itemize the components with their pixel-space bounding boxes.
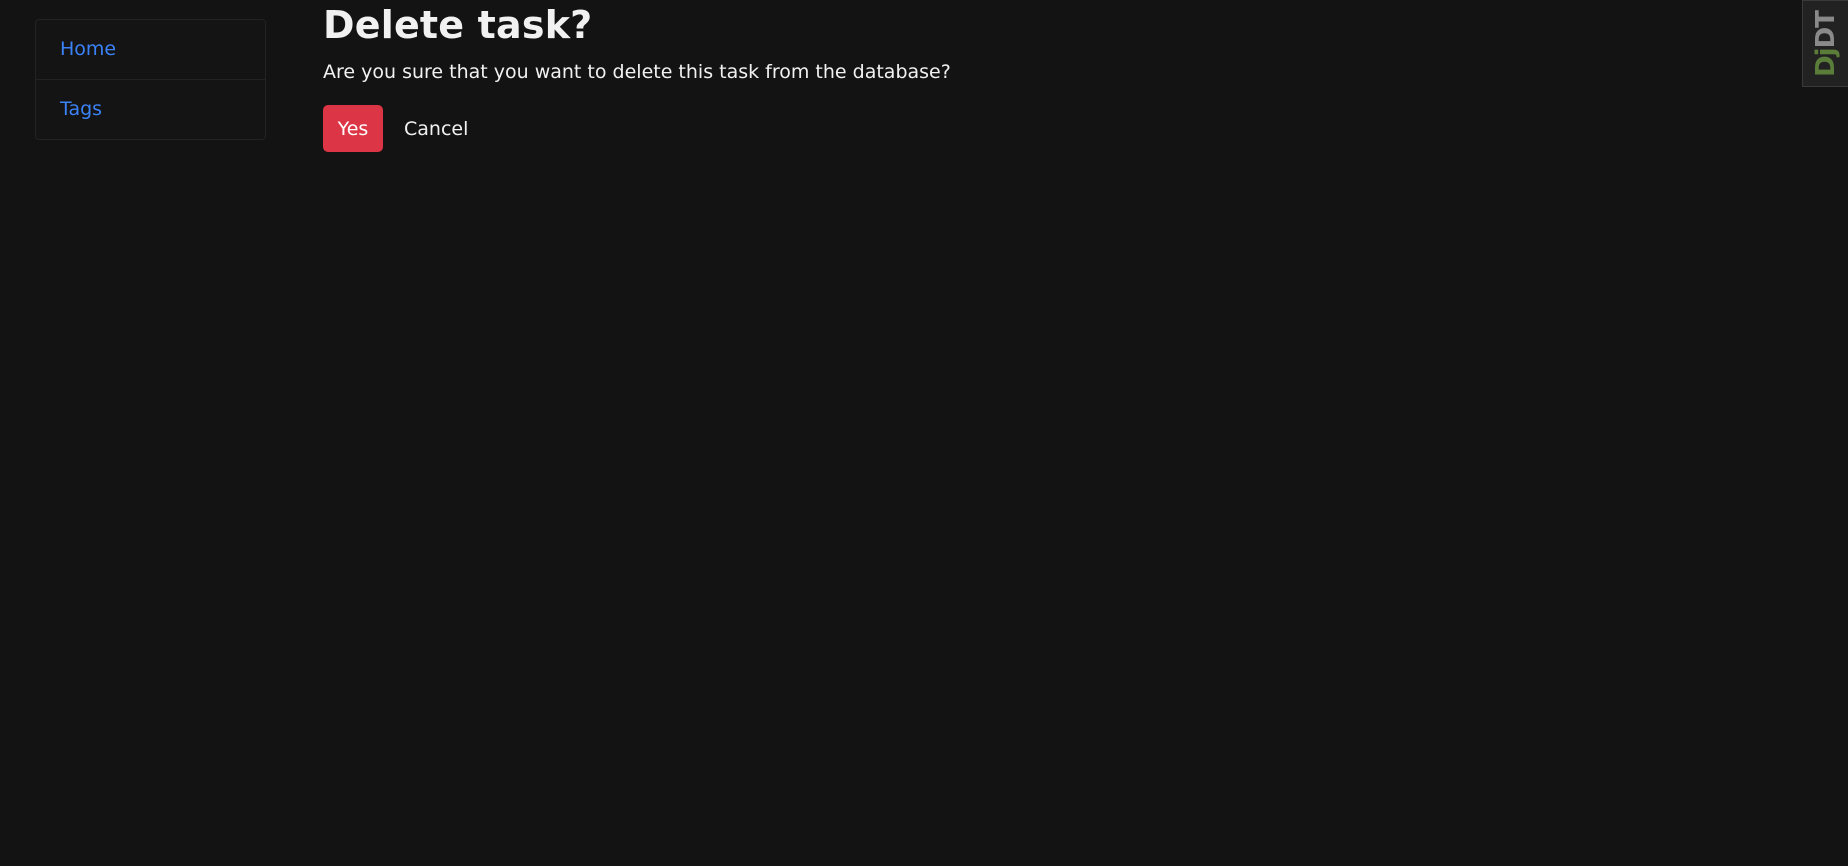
sidebar-item-home[interactable]: Home [36,20,265,79]
confirmation-message: Are you sure that you want to delete thi… [323,61,951,83]
yes-button[interactable]: Yes [323,105,383,152]
page: Home Tags Delete task? Are you sure that… [0,0,1848,866]
cancel-link[interactable]: Cancel [404,118,468,140]
confirmation-actions: Yes Cancel [323,105,951,152]
debug-toolbar-handle[interactable]: DjDT [1802,0,1848,87]
debug-toolbar-logo-prefix: Dj [1810,47,1841,77]
sidebar-nav: Home Tags [35,19,266,140]
debug-toolbar-logo: DjDT [1811,11,1841,77]
sidebar-item-tags[interactable]: Tags [36,79,265,139]
main-content: Delete task? Are you sure that you want … [323,0,951,152]
page-title: Delete task? [323,3,593,47]
debug-toolbar-logo-suffix: DT [1810,10,1841,48]
